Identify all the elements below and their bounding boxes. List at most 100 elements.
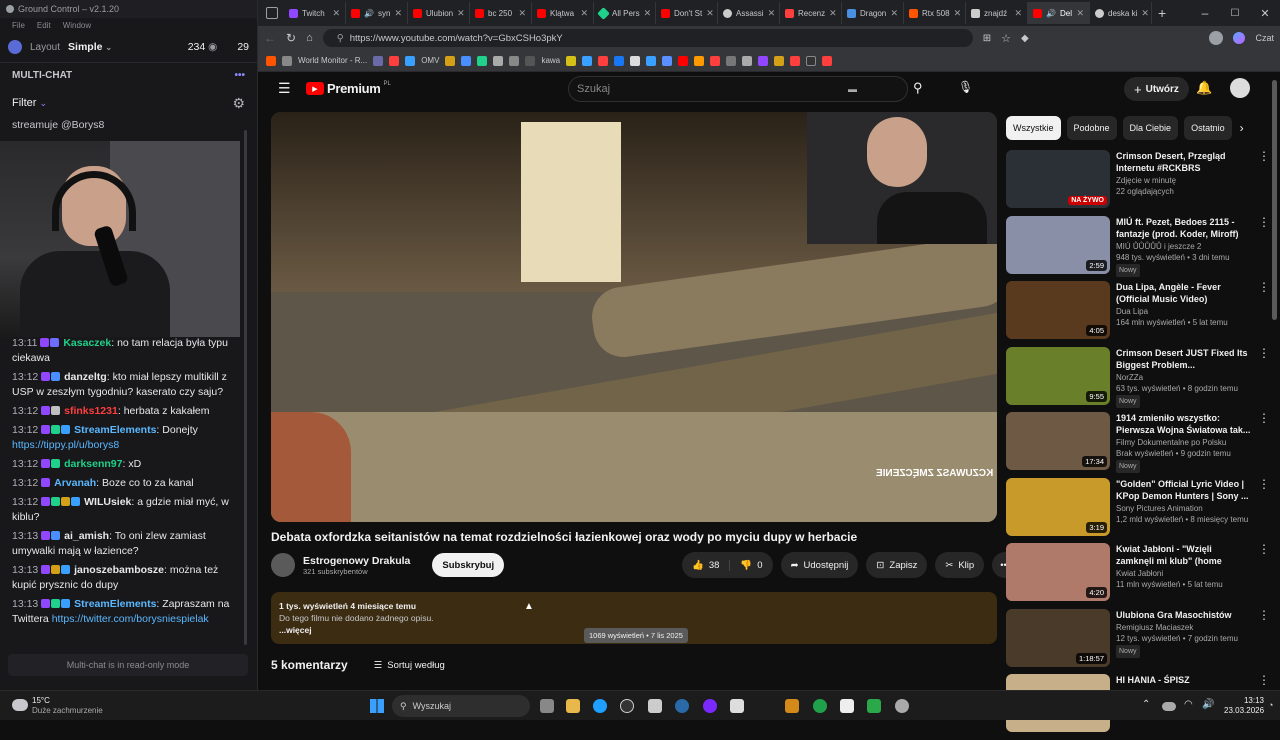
more-vert-icon[interactable]: ⋮ — [1258, 609, 1270, 675]
rec-channel[interactable]: Zdjęcie w minutę — [1116, 175, 1252, 186]
bookmark-icon[interactable] — [774, 55, 785, 66]
more-vert-icon[interactable]: ⋮ — [1258, 216, 1270, 282]
chat-user[interactable]: danzeltg — [64, 371, 107, 383]
weather-icon[interactable] — [12, 699, 28, 711]
video-thumbnail[interactable]: 9:55 — [1006, 346, 1110, 405]
rec-title[interactable]: Dua Lipa, Angèle - Fever (Official Music… — [1116, 281, 1252, 305]
obs-icon[interactable] — [620, 699, 634, 713]
close-icon[interactable]: ✕ — [1014, 8, 1022, 19]
rec-title[interactable]: "Golden" Official Lyric Video | KPop Dem… — [1116, 478, 1252, 502]
xbox-icon[interactable] — [813, 699, 827, 713]
app-icon[interactable] — [703, 699, 717, 713]
bookmark-world-monitor[interactable]: World Monitor - R... — [298, 56, 367, 65]
menu-icon[interactable]: ☰ — [278, 80, 291, 97]
bookmark-icon[interactable] — [710, 55, 721, 66]
bookmark-icon[interactable] — [373, 55, 384, 66]
maximize-button[interactable]: ☐ — [1220, 8, 1250, 19]
start-icon[interactable] — [370, 699, 384, 713]
youtube-logo[interactable]: ▶ Premium PL — [306, 81, 391, 96]
close-icon[interactable]: ✕ — [332, 8, 340, 19]
rec-title[interactable]: Crimson Desert JUST Fixed Its Biggest Pr… — [1116, 347, 1252, 371]
chip-related[interactable]: Podobne — [1066, 116, 1117, 140]
tray-chevron-icon[interactable]: ⌃ — [1142, 699, 1156, 713]
chat-user[interactable]: WILUsiek — [84, 496, 131, 508]
bookmark-icon[interactable] — [646, 55, 657, 66]
channel-name[interactable]: Estrogenowy Drakula — [303, 555, 410, 567]
more-icon[interactable]: ••• — [234, 70, 245, 81]
chat-user[interactable]: ai_amish — [64, 530, 109, 542]
bookmark-icon[interactable] — [477, 55, 488, 66]
chip-recent[interactable]: Ostatnio — [1184, 116, 1232, 140]
chat-user[interactable]: janoszebambosze — [74, 564, 164, 576]
bookmark-icon[interactable] — [566, 55, 577, 66]
more-vert-icon[interactable]: ⋮ — [1258, 281, 1270, 347]
sort-button[interactable]: ☰ Sortuj według — [374, 660, 445, 671]
profile-avatar[interactable] — [1209, 31, 1224, 45]
close-icon[interactable]: ✕ — [706, 8, 714, 19]
video-thumbnail[interactable]: 4:20 — [1006, 543, 1110, 601]
rec-channel[interactable]: MIÚ ŮŮŮŮŮ i jeszcze 2 — [1116, 241, 1252, 252]
bookmark-star-icon[interactable]: ☆ — [1001, 32, 1011, 45]
rec-channel[interactable]: Dua Lipa — [1116, 306, 1252, 317]
more-vert-icon[interactable]: ⋮ — [1258, 543, 1270, 609]
task-view-icon[interactable] — [540, 699, 554, 713]
search-input[interactable]: Szukaj ▬ — [568, 76, 908, 102]
maps-icon[interactable] — [730, 699, 744, 713]
search-icon[interactable]: ⚲ — [913, 80, 923, 96]
cloud-icon[interactable] — [1162, 702, 1176, 711]
bookmark-icon[interactable] — [266, 55, 276, 66]
user-icon[interactable] — [8, 40, 22, 54]
rec-title[interactable]: HI HANIA - ŚPISZ — [1116, 674, 1252, 686]
close-icon[interactable]: ✕ — [394, 8, 402, 19]
app3-icon[interactable] — [895, 699, 909, 713]
close-icon[interactable]: ✕ — [518, 8, 526, 19]
bookmark-icon[interactable] — [509, 55, 520, 66]
chevron-right-icon[interactable]: › — [1238, 116, 1244, 140]
recommended-video[interactable]: 3:19 "Golden" Official Lyric Video | KPop… — [1006, 477, 1270, 544]
rec-title[interactable]: MIÚ ft. Pezet, Bedoes 2115 - fantazje (p… — [1116, 216, 1252, 240]
video-player[interactable]: KCZUWASZ ZMĘCZENIE — [271, 112, 997, 522]
copilot-icon[interactable] — [1233, 32, 1246, 44]
bookmark-omv[interactable]: OMV — [421, 56, 439, 65]
chat-user[interactable]: sfinks1231 — [64, 405, 118, 417]
translate-icon[interactable]: ⊞ — [983, 33, 991, 44]
bookmark-icon[interactable] — [461, 55, 472, 66]
browser-tab[interactable]: Don't St ✕ — [656, 2, 718, 24]
close-icon[interactable]: ✕ — [1141, 8, 1149, 19]
recommended-video[interactable]: 1:18:57 Ulubiona Gra Masochistów Remigiusz… — [1006, 608, 1270, 675]
video-thumbnail[interactable]: 17:34 — [1006, 412, 1110, 470]
keyboard-icon[interactable]: ▬ — [848, 84, 857, 94]
page-scrollbar[interactable] — [1272, 80, 1277, 320]
recommended-video[interactable]: NA ŻYWO Crimson Desert, Przegląd Internet… — [1006, 150, 1270, 216]
notification-bell-icon[interactable]: ◔ — [1268, 700, 1273, 710]
bookmark-icon[interactable] — [405, 55, 416, 66]
close-icon[interactable]: ✕ — [890, 8, 898, 19]
browser-tab[interactable]: deska ki ✕ — [1090, 2, 1152, 24]
bookmark-icon[interactable] — [694, 55, 705, 66]
browser-tab[interactable]: znajdź ✕ — [966, 2, 1028, 24]
close-icon[interactable]: ✕ — [954, 8, 962, 19]
steam-icon[interactable] — [675, 699, 689, 713]
wifi-icon[interactable]: ◠ — [1184, 699, 1198, 713]
close-icon[interactable]: ✕ — [768, 8, 776, 19]
chip-for-you[interactable]: Dla Ciebie — [1122, 116, 1179, 140]
more-vert-icon[interactable]: ⋮ — [1258, 347, 1270, 413]
recommended-video[interactable]: 9:55 Crimson Desert JUST Fixed Its Bigges… — [1006, 346, 1270, 413]
chat-scrollbar[interactable] — [244, 130, 247, 645]
rec-title[interactable]: Crimson Desert, Przegląd Internetu #RCKB… — [1116, 150, 1252, 174]
menu-edit[interactable]: Edit — [37, 21, 51, 30]
bookmark-icon[interactable] — [445, 55, 456, 66]
browser-tab[interactable]: Twitch ✕ — [284, 2, 346, 24]
channel-avatar[interactable] — [271, 553, 295, 577]
new-tab-button[interactable]: + — [1158, 5, 1166, 21]
bookmark-icon[interactable] — [493, 55, 504, 66]
close-icon[interactable]: ✕ — [644, 8, 652, 19]
video-thumbnail[interactable]: 1:18:57 — [1006, 608, 1110, 667]
browser-tab[interactable]: Klątwa ✕ — [532, 2, 594, 24]
file-explorer-icon[interactable] — [566, 699, 580, 713]
store-icon[interactable] — [648, 699, 662, 713]
video-thumbnail[interactable]: 4:05 — [1006, 281, 1110, 339]
video-thumbnail[interactable]: 3:19 — [1006, 477, 1110, 536]
tab-list-icon[interactable] — [266, 7, 278, 19]
window-close-button[interactable]: ✕ — [1250, 7, 1280, 20]
